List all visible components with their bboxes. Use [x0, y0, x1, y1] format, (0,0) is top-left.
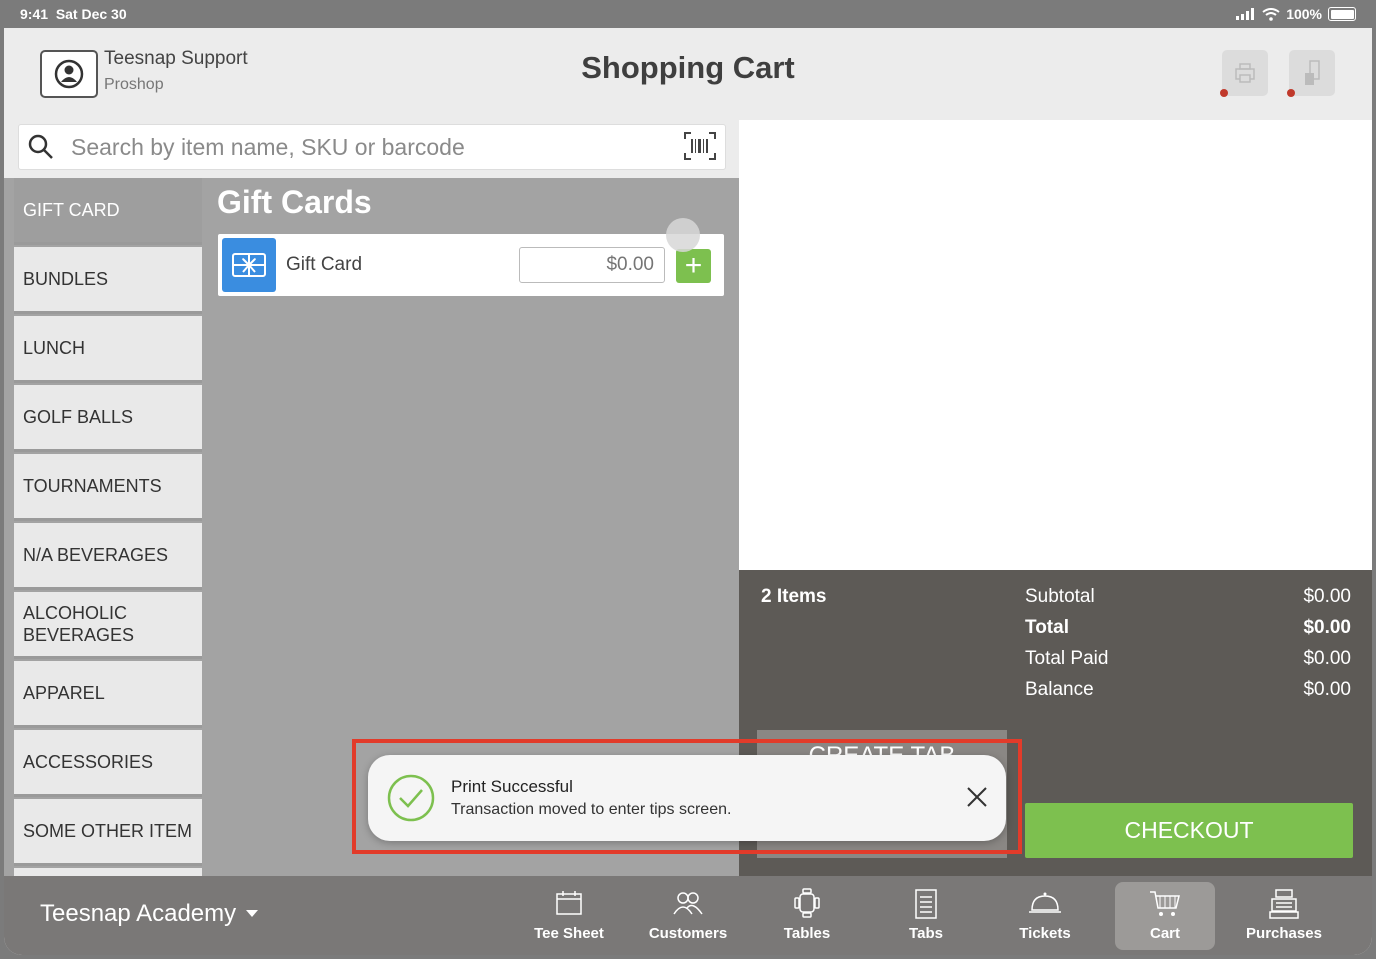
category-bundles[interactable]: BUNDLES — [14, 247, 202, 311]
tab-tables[interactable]: Tables — [757, 882, 857, 950]
category-label: ACCESSORIES — [23, 752, 154, 772]
cloche-icon — [1029, 892, 1061, 913]
gift-card-icon — [222, 238, 276, 292]
tab-purchases[interactable]: Purchases — [1234, 882, 1334, 950]
tables-icon — [794, 888, 820, 918]
product-card-gift-card[interactable]: Gift Card + — [218, 218, 724, 296]
total-paid-value: $0.00 — [1303, 648, 1351, 669]
register-icon — [1269, 889, 1299, 919]
tab-cart[interactable]: Cart — [1115, 882, 1215, 950]
category-list: GIFT CARD BUNDLES LUNCH GOLF BALLS TOURN… — [4, 178, 204, 878]
category-label: GOLF BALLS — [23, 407, 134, 427]
tab-tee-sheet[interactable]: Tee Sheet — [519, 882, 619, 950]
tab-label: Tabs — [909, 925, 943, 942]
subtotal-label: Subtotal — [1025, 586, 1095, 607]
search-input[interactable] — [69, 129, 633, 165]
printer-button[interactable] — [1222, 50, 1268, 96]
toast-message: Transaction moved to enter tips screen. — [451, 801, 732, 818]
cart-icon — [1150, 891, 1180, 916]
printer-status-dot — [1220, 89, 1228, 97]
print-success-toast: Print Successful Transaction moved to en… — [368, 755, 1006, 841]
clock-time: 9:41 — [20, 6, 49, 22]
battery-icon — [1328, 7, 1356, 21]
category-label: BUNDLES — [23, 269, 109, 289]
battery-percent: 100% — [1286, 6, 1322, 22]
tab-label: Purchases — [1246, 925, 1322, 942]
venue-name: Teesnap Academy — [40, 900, 237, 927]
balance-label: Balance — [1025, 679, 1094, 700]
balance-value: $0.00 — [1303, 679, 1351, 700]
category-label: GIFT CARD — [23, 200, 120, 220]
tab-label: Tables — [783, 925, 831, 942]
tab-label: Tee Sheet — [534, 925, 604, 942]
caret-down-icon — [246, 910, 259, 917]
category-accessories[interactable]: ACCESSORIES — [14, 730, 202, 794]
customers-icon — [673, 892, 703, 915]
category-na-beverages[interactable]: N/A BEVERAGES — [14, 523, 202, 587]
category-some-other-item[interactable]: SOME OTHER ITEM — [14, 799, 202, 863]
tab-tabs[interactable]: Tabs — [876, 882, 976, 950]
category-label: APPAREL — [23, 683, 105, 703]
section-title: Gift Cards — [217, 184, 372, 220]
status-indicators: 100% — [1236, 6, 1356, 22]
category-tournaments[interactable]: TOURNAMENTS — [14, 454, 202, 518]
status-time: 9:41 Sat Dec 30 — [20, 6, 127, 22]
category-label: SOME OTHER ITEM — [23, 821, 193, 841]
category-lunch[interactable]: LUNCH — [14, 316, 202, 380]
add-to-cart-button[interactable]: + — [676, 249, 711, 283]
page-title: Shopping Cart — [581, 50, 795, 85]
status-bar: 9:41 Sat Dec 30 100% — [0, 0, 1376, 28]
check-circle-icon — [387, 774, 435, 822]
category-label: LUNCH — [23, 338, 86, 358]
card-reader-icon — [1305, 60, 1320, 85]
touch-indicator — [666, 218, 700, 252]
cart-items-area — [739, 120, 1372, 570]
venue-selector[interactable]: Teesnap Academy — [40, 900, 259, 928]
tab-label: Cart — [1149, 925, 1180, 942]
category-label: ALCOHOLIC BEVERAGES — [23, 603, 135, 645]
clock-date: Sat Dec 30 — [55, 6, 127, 22]
printer-icon — [1235, 63, 1255, 83]
category-gift-card[interactable]: GIFT CARD — [14, 178, 202, 242]
items-count: 2 Items — [761, 586, 827, 607]
card-reader-button[interactable] — [1289, 50, 1335, 96]
product-name: Gift Card — [286, 254, 363, 275]
search-icon — [28, 134, 53, 159]
calendar-icon — [556, 891, 582, 915]
close-icon[interactable] — [966, 786, 988, 808]
toast-title: Print Successful — [451, 777, 573, 796]
plus-icon: + — [684, 249, 703, 282]
tabs-icon — [915, 889, 937, 919]
header: Teesnap Support Proshop Shopping Cart — [4, 28, 1372, 120]
subtotal-value: $0.00 — [1303, 586, 1351, 607]
total-label: Total — [1025, 617, 1069, 638]
tab-label: Customers — [648, 925, 728, 942]
gift-card-amount-input[interactable] — [519, 247, 665, 283]
category-label: TOURNAMENTS — [23, 476, 162, 496]
card-reader-status-dot — [1287, 89, 1295, 97]
barcode-scan-icon[interactable] — [683, 131, 717, 161]
category-alcoholic-beverages[interactable]: ALCOHOLIC BEVERAGES — [14, 592, 202, 656]
checkout-button[interactable]: CHECKOUT — [1025, 803, 1353, 858]
signal-icon — [1236, 8, 1255, 20]
category-golf-balls[interactable]: GOLF BALLS — [14, 385, 202, 449]
category-label: N/A BEVERAGES — [23, 545, 169, 565]
bottom-tab-bar: Teesnap Academy Tee Sheet Customers Tabl… — [4, 876, 1372, 955]
tab-customers[interactable]: Customers — [638, 882, 738, 950]
category-apparel[interactable]: APPAREL — [14, 661, 202, 725]
wifi-icon — [1262, 7, 1280, 21]
total-value: $0.00 — [1303, 617, 1351, 638]
tab-tickets[interactable]: Tickets — [995, 882, 1095, 950]
total-paid-label: Total Paid — [1025, 648, 1109, 669]
search-bar — [18, 124, 726, 170]
tab-label: Tickets — [1019, 925, 1071, 942]
